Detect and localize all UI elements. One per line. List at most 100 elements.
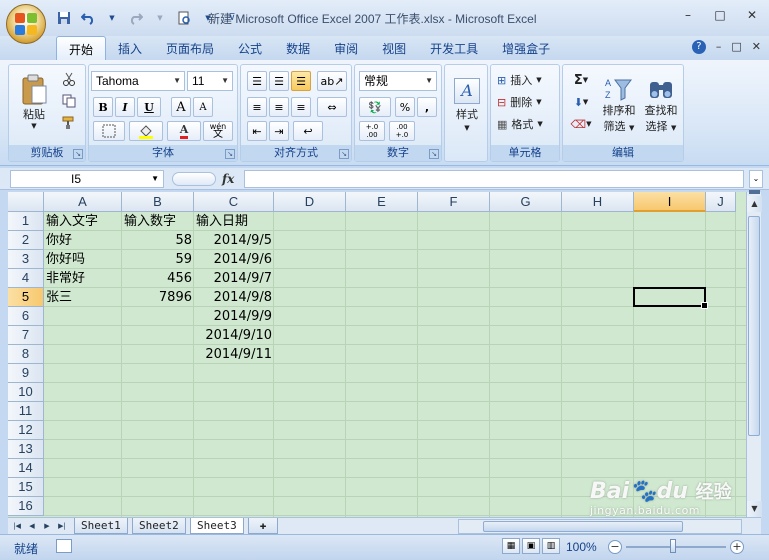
ribbon-close-button[interactable]: ✕	[752, 40, 761, 54]
row-header-9[interactable]: 9	[8, 364, 44, 383]
tab-home[interactable]: 开始	[56, 36, 107, 60]
row-header-12[interactable]: 12	[8, 421, 44, 440]
paste-button[interactable]: 粘贴 ▼	[17, 69, 51, 135]
cell-c3[interactable]: 2014/9/6	[194, 250, 274, 269]
office-button[interactable]	[6, 4, 46, 44]
row-header-2[interactable]: 2	[8, 231, 44, 250]
column-header-i[interactable]: I	[634, 192, 706, 212]
zoom-level[interactable]: 100%	[566, 540, 597, 554]
row-header-16[interactable]: 16	[8, 497, 44, 516]
cell-a3[interactable]: 你好吗	[44, 250, 122, 269]
tab-data[interactable]: 数据	[274, 36, 322, 60]
tab-review[interactable]: 审阅	[322, 36, 370, 60]
currency-icon[interactable]: 💱	[359, 97, 391, 117]
find-select-button[interactable]: 查找和 选择 ▼	[641, 69, 681, 141]
number-launcher-icon[interactable]: ↘	[429, 149, 439, 159]
font-color-icon[interactable]: A	[167, 121, 201, 141]
next-sheet-icon[interactable]: ▶	[40, 519, 54, 533]
clipboard-launcher-icon[interactable]: ↘	[73, 149, 83, 159]
vertical-scroll-thumb[interactable]	[748, 216, 760, 436]
macro-record-icon[interactable]	[56, 539, 72, 553]
cell-c4[interactable]: 2014/9/7	[194, 269, 274, 288]
save-icon[interactable]	[54, 9, 74, 27]
fill-color-icon[interactable]	[129, 121, 163, 141]
number-format-select[interactable]: 常规 ▼	[359, 71, 437, 91]
help-icon[interactable]: ?	[691, 40, 706, 54]
name-box[interactable]: I5 ▼	[10, 170, 164, 188]
zoom-slider[interactable]	[626, 546, 726, 548]
row-header-5[interactable]: 5	[8, 288, 44, 307]
font-name-select[interactable]: Tahoma ▼	[91, 71, 185, 91]
format-cells-button[interactable]: ▦ 格式 ▼	[497, 115, 543, 133]
styles-button[interactable]: A 样式 ▼	[449, 69, 485, 141]
cell-b2[interactable]: 58	[122, 231, 194, 250]
column-header-b[interactable]: B	[122, 192, 194, 212]
formula-resize-handle[interactable]	[172, 172, 216, 186]
phonetic-icon[interactable]: wén 文	[203, 121, 233, 141]
normal-view-icon[interactable]: ▦	[502, 538, 520, 554]
cell-c5[interactable]: 2014/9/8	[194, 288, 274, 307]
cell-a1[interactable]: 输入文字	[44, 212, 122, 231]
row-header-8[interactable]: 8	[8, 345, 44, 364]
fill-button[interactable]: ⬇ ▼	[567, 93, 595, 111]
font-size-select[interactable]: 11 ▼	[187, 71, 233, 91]
ribbon-restore-button[interactable]: □	[731, 40, 741, 54]
align-middle-icon[interactable]: ☰	[269, 71, 289, 91]
align-left-icon[interactable]: ≡	[247, 97, 267, 117]
font-launcher-icon[interactable]: ↘	[225, 149, 235, 159]
column-header-f[interactable]: F	[418, 192, 490, 212]
zoom-out-button[interactable]: −	[608, 540, 622, 554]
undo-icon[interactable]	[78, 9, 98, 27]
column-header-a[interactable]: A	[44, 192, 122, 212]
tab-formulas[interactable]: 公式	[226, 36, 274, 60]
sort-filter-button[interactable]: AZ 排序和 筛选 ▼	[599, 69, 639, 141]
cell-b3[interactable]: 59	[122, 250, 194, 269]
italic-button[interactable]: I	[115, 97, 135, 117]
copy-icon[interactable]	[59, 91, 79, 111]
percent-button[interactable]: %	[395, 97, 415, 117]
first-sheet-icon[interactable]: |◀	[10, 519, 24, 533]
align-right-icon[interactable]: ≡	[291, 97, 311, 117]
cell-c2[interactable]: 2014/9/5	[194, 231, 274, 250]
page-break-view-icon[interactable]: ▥	[542, 538, 560, 554]
row-header-4[interactable]: 4	[8, 269, 44, 288]
column-header-e[interactable]: E	[346, 192, 418, 212]
zoom-in-button[interactable]: +	[730, 540, 744, 554]
increase-decimal-button[interactable]: +.0 .00	[359, 121, 385, 141]
scroll-up-icon[interactable]: ▲	[747, 196, 762, 212]
row-header-10[interactable]: 10	[8, 383, 44, 402]
tab-developer[interactable]: 开发工具	[418, 36, 490, 60]
insert-cells-button[interactable]: ⊞ 插入 ▼	[497, 71, 542, 89]
tab-view[interactable]: 视图	[370, 36, 418, 60]
redo-dropdown-icon[interactable]: ▼	[150, 9, 170, 27]
autosum-button[interactable]: Σ ▼	[567, 71, 595, 89]
active-cell[interactable]	[633, 287, 708, 309]
merge-center-icon[interactable]: ⇔	[317, 97, 347, 117]
format-painter-icon[interactable]	[59, 113, 79, 133]
cell-c7[interactable]: 2014/9/10	[194, 326, 274, 345]
worksheet-grid[interactable]: A B C D E F G H I J 1 2 3 4 5 6 7 8 9 10 11 12 13 14 15 16 输入文字 输入数…	[8, 192, 746, 517]
formula-input[interactable]	[244, 170, 744, 188]
cell-a5[interactable]: 张三	[44, 288, 122, 307]
border-icon[interactable]	[93, 121, 125, 141]
sheet-tab-1[interactable]: Sheet1	[74, 518, 128, 534]
cell-b5[interactable]: 7896	[122, 288, 194, 307]
align-center-icon[interactable]: ≡	[269, 97, 289, 117]
row-header-7[interactable]: 7	[8, 326, 44, 345]
maximize-button[interactable]: □	[711, 8, 729, 24]
column-header-g[interactable]: G	[490, 192, 562, 212]
sheet-tab-2[interactable]: Sheet2	[132, 518, 186, 534]
cell-a4[interactable]: 非常好	[44, 269, 122, 288]
cell-c6[interactable]: 2014/9/9	[194, 307, 274, 326]
insert-function-button[interactable]: fx	[222, 172, 234, 186]
sheet-tab-3[interactable]: Sheet3	[190, 518, 244, 534]
select-all-button[interactable]	[8, 192, 44, 212]
decrease-indent-icon[interactable]: ⇤	[247, 121, 267, 141]
column-header-d[interactable]: D	[274, 192, 346, 212]
print-preview-icon[interactable]	[174, 9, 194, 27]
cell-a2[interactable]: 你好	[44, 231, 122, 250]
wrap-text-icon[interactable]: ↩	[293, 121, 323, 141]
page-layout-view-icon[interactable]: ▣	[522, 538, 540, 554]
row-header-15[interactable]: 15	[8, 478, 44, 497]
split-handle[interactable]	[749, 190, 760, 194]
